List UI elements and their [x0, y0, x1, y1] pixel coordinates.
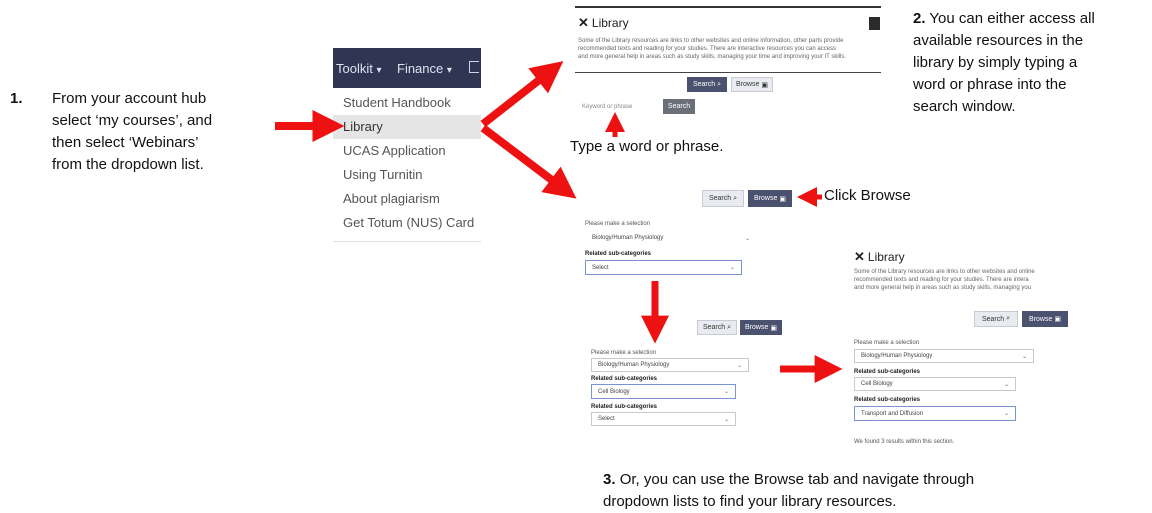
arrows-layer [275, 61, 843, 383]
arrow-to-search-panel [480, 61, 564, 128]
arrow-to-browse-panel [480, 124, 577, 199]
